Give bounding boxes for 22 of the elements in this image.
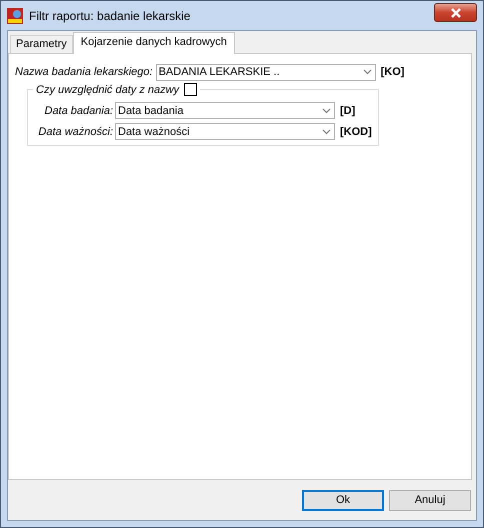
close-icon bbox=[450, 8, 462, 18]
dialog-button[interactable]: Anuluj bbox=[389, 490, 471, 510]
close-button[interactable] bbox=[434, 3, 477, 22]
checkbox[interactable] bbox=[184, 83, 198, 96]
window-title: Filtr raportu: badanie lekarskie bbox=[29, 8, 192, 22]
chevron-down-icon bbox=[322, 128, 331, 134]
field-code: [KO] bbox=[380, 66, 404, 78]
dialog-button[interactable]: Ok bbox=[302, 490, 384, 510]
field-code: [KOD] bbox=[340, 126, 372, 138]
chevron-down-icon bbox=[362, 69, 372, 75]
dropdown-field[interactable]: BADANIA LEKARSKIE .. bbox=[156, 64, 376, 80]
field-label: Data badania: bbox=[44, 104, 114, 116]
chevron-down-icon bbox=[322, 108, 331, 114]
field-label: Data ważności: bbox=[37, 126, 114, 138]
field-label: Nazwa badania lekarskiego: bbox=[15, 66, 153, 78]
group-label: Czy uwzględnić daty z nazwy bbox=[36, 84, 180, 96]
tab[interactable]: Parametry bbox=[10, 35, 73, 53]
app-icon bbox=[7, 8, 23, 24]
dropdown-field[interactable]: Data badania bbox=[115, 102, 335, 119]
field-code: [D] bbox=[340, 104, 356, 116]
dropdown-field[interactable]: Data ważności bbox=[115, 123, 335, 140]
tab[interactable]: Kojarzenie danych kadrowych bbox=[72, 32, 235, 54]
